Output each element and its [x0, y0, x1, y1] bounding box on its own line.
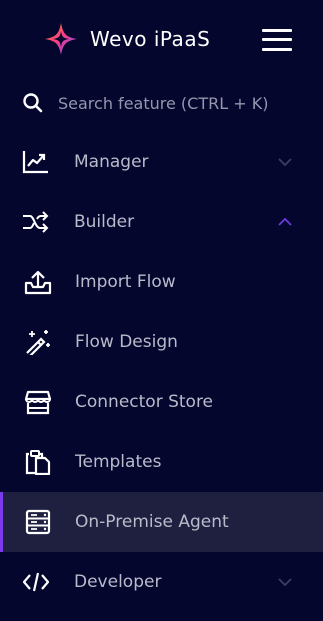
- nav-item-label: Builder: [74, 212, 135, 232]
- hamburger-menu-button[interactable]: [262, 27, 294, 53]
- search-input[interactable]: [58, 88, 298, 118]
- search-bar: [0, 80, 323, 126]
- clipboard-copy-icon: [24, 449, 52, 475]
- chevron-down-icon: [276, 156, 294, 168]
- nav-item-label: On-Premise Agent: [75, 512, 229, 532]
- nav-item-label: Manager: [74, 152, 149, 172]
- nav-item-connector-store[interactable]: Connector Store: [0, 372, 323, 432]
- store-icon: [24, 389, 52, 415]
- search-icon: [22, 92, 44, 114]
- upload-tray-icon: [24, 269, 52, 295]
- chevron-up-icon: [276, 216, 294, 228]
- chevron-down-icon: [276, 576, 294, 588]
- sidebar-header: Wevo iPaaS: [0, 0, 323, 80]
- shuffle-icon: [22, 209, 50, 235]
- server-icon: [24, 509, 52, 535]
- code-icon: [22, 569, 50, 595]
- nav-item-label: Flow Design: [75, 332, 178, 352]
- active-indicator: [0, 492, 3, 552]
- app-title: Wevo iPaaS: [90, 27, 211, 51]
- magic-wand-icon: [24, 329, 52, 355]
- nav-item-label: Connector Store: [75, 392, 214, 412]
- nav-item-builder[interactable]: Builder: [0, 192, 323, 252]
- nav-item-label: Developer: [74, 572, 162, 592]
- wevo-logo-icon: [44, 22, 78, 56]
- nav-item-label: Templates: [75, 452, 162, 472]
- chart-line-icon: [22, 149, 50, 175]
- nav-item-flow-design[interactable]: Flow Design: [0, 312, 323, 372]
- nav-item-manager[interactable]: Manager: [0, 132, 323, 192]
- nav-item-label: Import Flow: [75, 272, 176, 292]
- nav-item-developer[interactable]: Developer: [0, 552, 323, 612]
- nav-item-import-flow[interactable]: Import Flow: [0, 252, 323, 312]
- nav-item-templates[interactable]: Templates: [0, 432, 323, 492]
- sidebar: Wevo iPaaS Manager: [0, 0, 323, 621]
- nav-item-on-premise-agent[interactable]: On-Premise Agent: [0, 492, 323, 552]
